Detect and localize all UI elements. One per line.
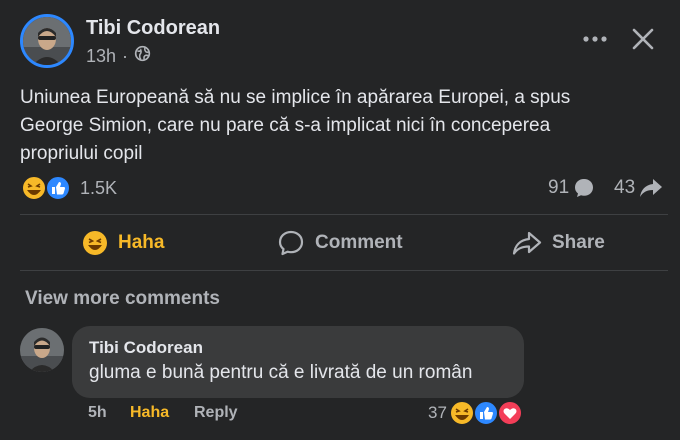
- haha-icon: [83, 231, 107, 255]
- avatar-photo: [23, 17, 71, 65]
- divider: [20, 214, 668, 215]
- post-text-line: Uniunea Europeană să nu se implice în ap…: [20, 87, 571, 108]
- reactions-count[interactable]: 1.5K: [80, 178, 117, 199]
- view-more-comments-link[interactable]: View more comments: [25, 288, 220, 310]
- post-text: Uniunea Europeană să nu se implice în ap…: [20, 84, 660, 168]
- comment-button[interactable]: Comment: [277, 228, 403, 258]
- share-icon: [512, 231, 542, 255]
- comment-time[interactable]: 5h: [88, 404, 107, 422]
- share-action-label: Share: [552, 232, 605, 253]
- comment-author-name[interactable]: Tibi Codorean: [89, 338, 203, 358]
- comments-count[interactable]: 91: [548, 177, 595, 199]
- meta-separator: ·: [122, 45, 129, 66]
- haha-reaction-button[interactable]: Haha: [82, 228, 164, 258]
- comment-icon: [278, 230, 304, 256]
- author-avatar[interactable]: [20, 14, 74, 68]
- post-text-line: George Simion, care nu pare că s-a impli…: [20, 115, 551, 136]
- like-icon: [45, 175, 71, 201]
- post-time[interactable]: 13h: [86, 46, 116, 67]
- comment-reactions-count[interactable]: 37: [428, 403, 447, 423]
- shares-count-value: 43: [614, 177, 636, 198]
- haha-icon: [21, 175, 47, 201]
- more-dots-icon: [583, 36, 607, 42]
- haha-icon: [449, 400, 475, 426]
- comment-reactions-icons[interactable]: [448, 399, 526, 427]
- comment-haha-button[interactable]: Haha: [130, 404, 169, 422]
- share-button[interactable]: Share: [512, 228, 605, 258]
- comment-text: gluma e bună pentru că e livrată de un r…: [89, 362, 473, 383]
- reactions-summary-icons[interactable]: [20, 174, 76, 202]
- like-icon: [473, 400, 499, 426]
- comments-count-value: 91: [548, 177, 570, 198]
- more-options-button[interactable]: [578, 22, 612, 56]
- share-arrow-icon: [640, 179, 663, 197]
- comment-author-avatar[interactable]: [20, 328, 64, 372]
- shares-count[interactable]: 43: [614, 177, 663, 199]
- post-text-line: propriului copil: [20, 143, 143, 164]
- comment-bubble-icon: [575, 179, 594, 197]
- post-author-name[interactable]: Tibi Codorean: [86, 17, 220, 40]
- haha-action-label: Haha: [118, 232, 165, 253]
- love-icon: [497, 400, 523, 426]
- avatar-photo: [20, 328, 64, 372]
- close-icon: [632, 28, 654, 50]
- post-meta: 13h ·: [86, 45, 151, 67]
- divider: [20, 270, 668, 271]
- comment-reply-button[interactable]: Reply: [194, 404, 238, 422]
- comment-action-label: Comment: [315, 232, 403, 253]
- close-button[interactable]: [626, 22, 660, 56]
- globe-icon: [134, 45, 151, 67]
